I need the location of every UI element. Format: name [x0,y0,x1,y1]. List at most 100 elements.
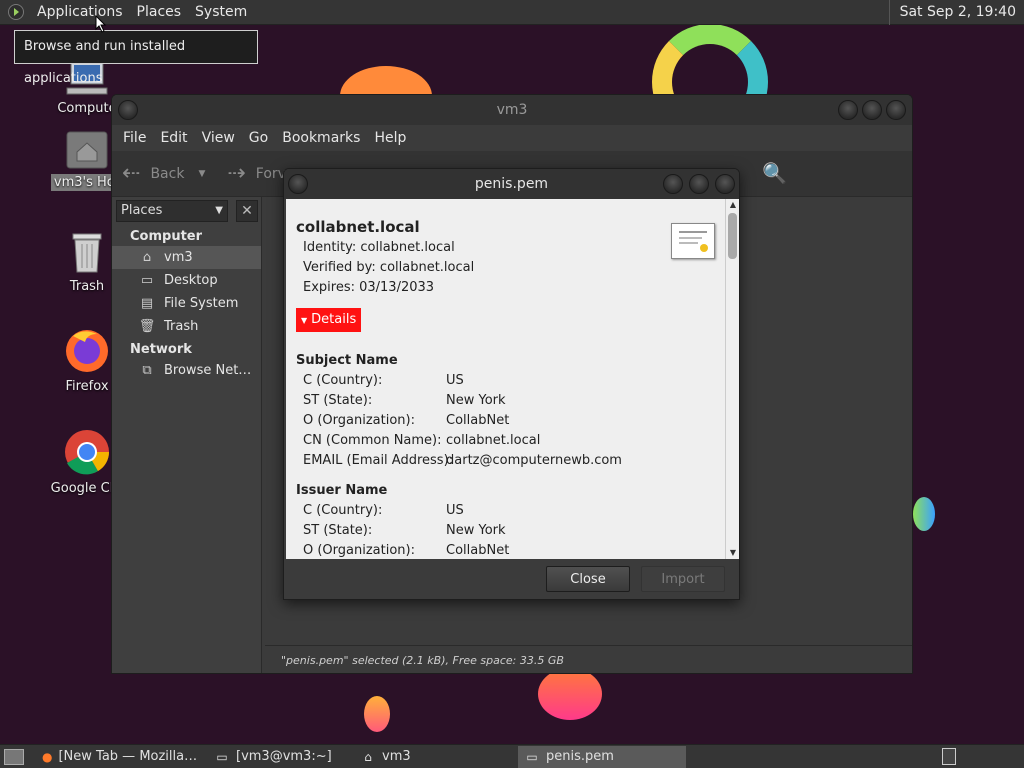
sidebar-item-desktop[interactable]: ▭ Desktop [112,269,261,292]
dialog-titlebar[interactable]: penis.pem [284,169,739,199]
scroll-up-icon[interactable]: ▲ [727,200,739,210]
show-desktop-icon[interactable] [4,748,24,765]
applications-tooltip: Browse and run installed applications [14,30,258,86]
sidebar-item-label: vm3 [164,250,193,265]
certificate-dialog: penis.pem collabnet.local Identity: coll… [283,168,740,600]
certificate-expires: Expires: 03/13/2033 [303,280,435,295]
certificate-verified-by: Verified by: collabnet.local [303,260,475,275]
menu-go[interactable]: Go [242,130,275,146]
sidebar-item-label: Desktop [164,273,218,288]
subject-row: ST (State): New York [296,391,725,411]
places-combo[interactable]: Places ▼ [116,200,228,222]
gnome-foot-icon[interactable] [8,4,24,20]
network-icon: ⧉ [142,363,152,378]
desktop-icon-label: Firefox [65,379,109,394]
clock[interactable]: Sat Sep 2, 19:40 [888,0,1016,25]
sidebar-item-vm3[interactable]: ⌂ vm3 [112,246,261,269]
field-value: US [446,373,464,388]
system-menu[interactable]: System [188,0,254,25]
window-menu-button[interactable] [288,174,308,194]
certificate-scroll-area[interactable]: collabnet.local Identity: collabnet.loca… [286,199,725,559]
field-label: C (Country): [303,503,383,518]
scrollbar-thumb[interactable] [728,213,737,259]
menu-file[interactable]: File [116,130,153,146]
details-label: Details [311,312,357,327]
task-label: vm3 [382,748,411,764]
field-label: CN (Common Name): [303,433,442,448]
task-file-manager[interactable]: ⌂ vm3 [354,746,514,768]
scroll-down-icon[interactable]: ▼ [727,548,739,558]
terminal-icon: ▭ [216,749,228,764]
issuer-row: O (Organization): CollabNet [296,541,725,559]
close-sidebar-button[interactable]: ✕ [236,200,258,222]
maximize-button[interactable] [862,100,882,120]
desktop-icon-label: Compute [57,101,117,116]
chevron-down-icon: ▼ [198,168,206,179]
top-panel: Applications Places System Sat Sep 2, 19… [0,0,1024,25]
menu-bookmarks[interactable]: Bookmarks [275,130,367,146]
menu-view[interactable]: View [195,130,242,146]
forward-arrow-icon: ⇢ [227,161,246,186]
places-sidebar: Places ▼ ✕ Computer ⌂ vm3 ▭ Desktop ▤ Fi… [112,197,262,673]
mouse-cursor-icon [95,15,107,33]
desktop-icon-label: Trash [69,279,105,294]
dialog-title: penis.pem [474,176,549,192]
home-folder-icon [66,131,108,169]
subject-row: C (Country): US [296,371,725,391]
certificate-view: collabnet.local Identity: collabnet.loca… [286,199,739,559]
chrome-icon [65,430,109,475]
drive-icon: ▤ [140,296,154,311]
close-button[interactable]: Close [546,566,630,592]
forward-button[interactable]: ⇢ Forv [227,161,286,186]
subject-row: O (Organization): CollabNet [296,411,725,431]
field-value: New York [446,523,506,538]
bottom-taskbar: ● [New Tab — Mozilla… ▭ [vm3@vm3:~] ⌂ vm… [0,744,1024,768]
field-label: ST (State): [303,393,373,408]
close-window-button[interactable] [715,174,735,194]
menu-edit[interactable]: Edit [153,130,194,146]
status-bar: "penis.pem" selected (2.1 kB), Free spac… [265,645,912,673]
certificate-common-name: collabnet.local [296,218,420,236]
field-value: US [446,503,464,518]
issuer-row: C (Country): US [296,501,725,521]
wallpaper-small-blob [364,696,390,732]
sidebar-item-browse-network[interactable]: ⧉ Browse Net… [112,359,261,382]
field-value: CollabNet [446,413,510,428]
applications-menu[interactable]: Applications [30,0,130,25]
trash-icon [72,233,102,273]
file-window-titlebar[interactable]: vm3 [112,95,912,125]
field-value: CollabNet [446,543,510,558]
desktop-icon: ▭ [140,273,154,288]
home-icon: ⌂ [142,250,152,265]
sidebar-item-label: File System [164,296,239,311]
back-button[interactable]: ⇠ Back ▼ [122,161,205,186]
sidebar-item-file-system[interactable]: ▤ File System [112,292,261,315]
places-menu[interactable]: Places [130,0,189,25]
wallpaper-cyan-blob [913,497,935,531]
task-terminal[interactable]: ▭ [vm3@vm3:~] [208,746,350,768]
details-expander[interactable]: ▼ Details [296,308,362,332]
forward-label: Forv [255,165,286,182]
document-icon: ▭ [526,749,538,764]
window-menu-button[interactable] [118,100,138,120]
window-title: vm3 [496,102,528,118]
vertical-scrollbar[interactable]: ▲ ▼ [725,199,739,559]
task-firefox[interactable]: ● [New Tab — Mozilla… [36,746,204,768]
field-label: O (Organization): [303,413,415,428]
task-label: penis.pem [546,748,614,764]
sidebar-item-trash[interactable]: 🗑 Trash [112,315,261,338]
issuer-name-header: Issuer Name [296,483,388,498]
search-icon[interactable]: 🔍 [762,161,787,185]
close-window-button[interactable] [886,100,906,120]
menu-help[interactable]: Help [367,130,413,146]
sidebar-section-computer: Computer [130,229,203,244]
sidebar-section-network: Network [130,342,192,357]
import-button[interactable]: Import [641,566,725,592]
maximize-button[interactable] [689,174,709,194]
workspace-switcher-icon[interactable] [942,748,956,765]
minimize-button[interactable] [663,174,683,194]
minimize-button[interactable] [838,100,858,120]
task-label: [New Tab — Mozilla… [58,748,198,764]
trash-icon: 🗑 [138,319,156,334]
task-certificate[interactable]: ▭ penis.pem [518,745,686,768]
